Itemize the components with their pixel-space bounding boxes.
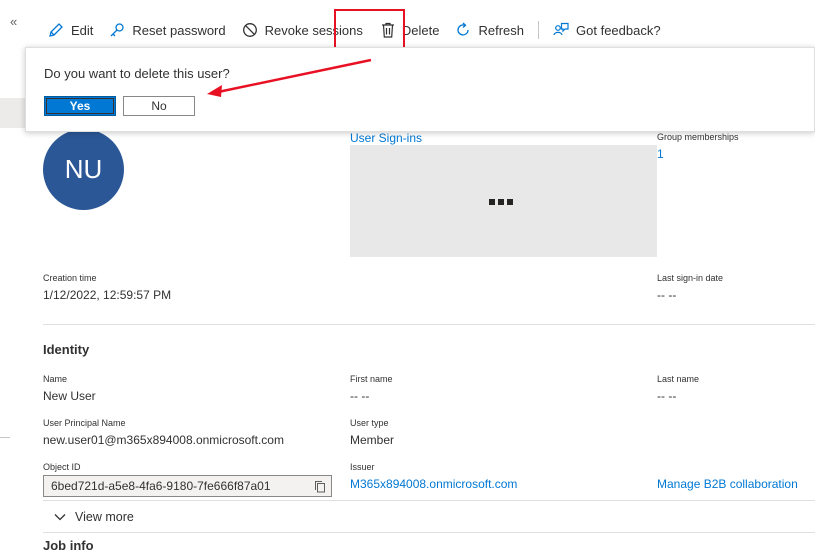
annotation-arrow — [207, 58, 372, 97]
